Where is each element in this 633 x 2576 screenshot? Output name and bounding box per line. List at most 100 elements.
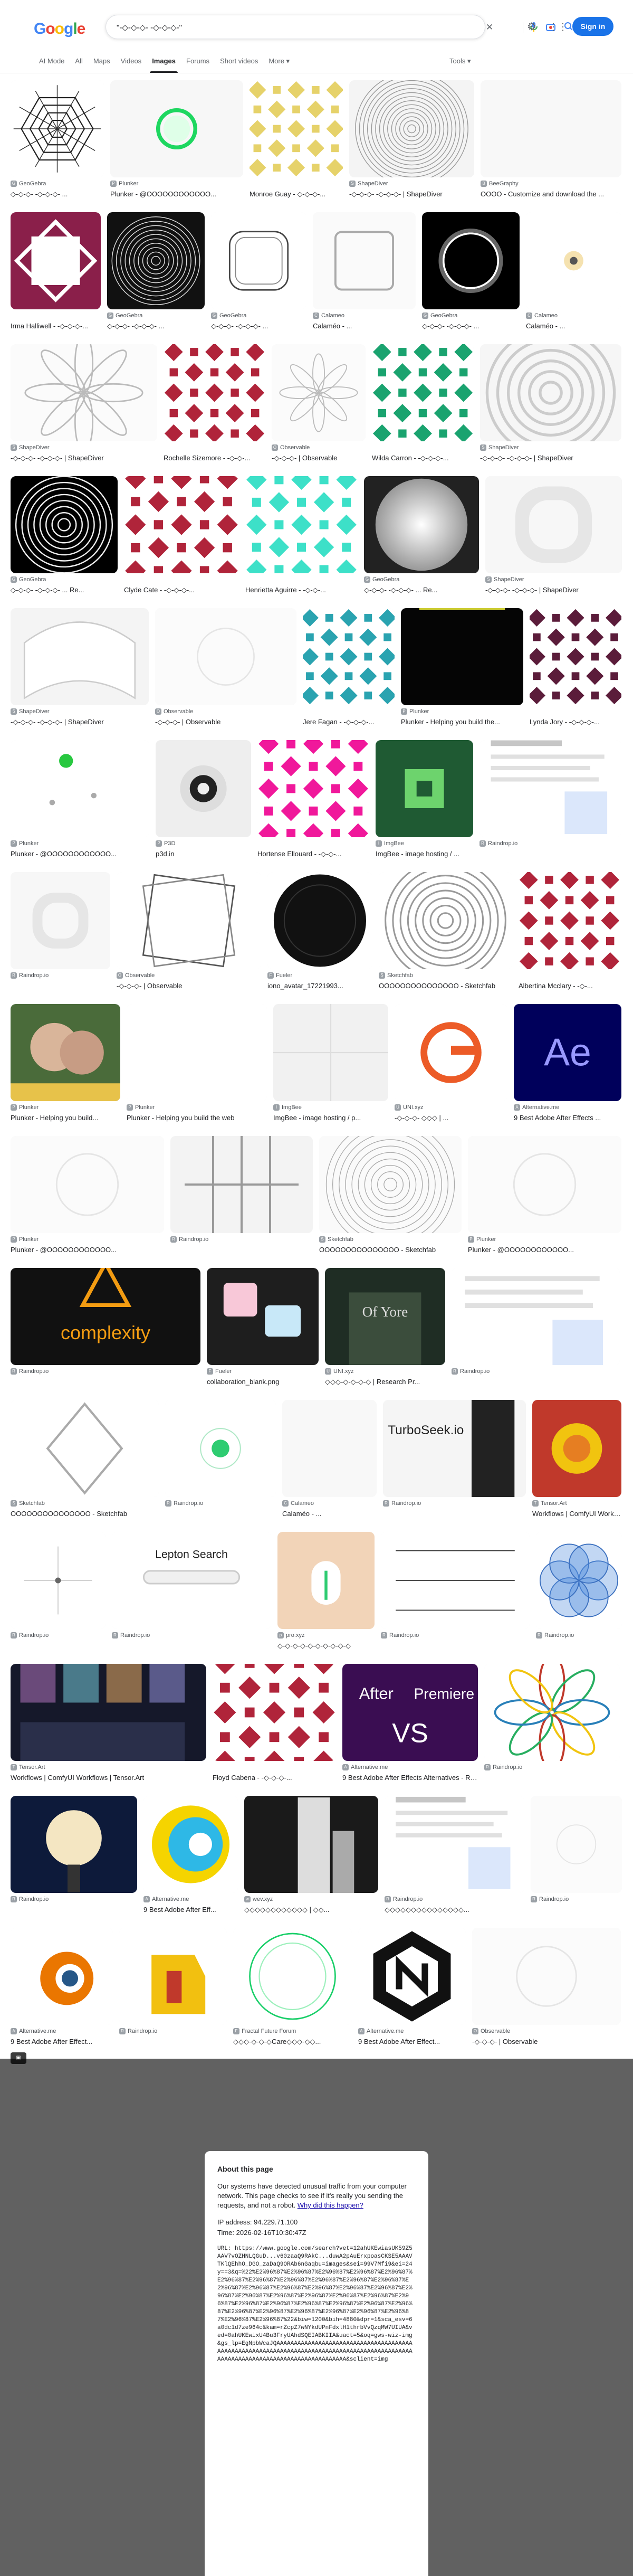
result-thumbnail[interactable]	[313, 212, 416, 309]
result-thumbnail[interactable]	[472, 1928, 621, 2025]
image-result[interactable]: Clyde Cate - -◇-◇-◇-...	[124, 476, 239, 608]
result-thumbnail[interactable]	[372, 344, 474, 441]
image-result[interactable]: R Raindrop.io	[11, 1796, 137, 1928]
image-result[interactable]: I ImgBee ImgBee - image hosting / p...	[273, 1004, 388, 1136]
result-thumbnail[interactable]	[11, 80, 104, 177]
image-result[interactable]: O Observable -◇-◇-◇- | Observable	[472, 1928, 621, 2060]
image-result[interactable]: F Fractal Future Forum ◇◇◇-◇-◇-◇Care◇◇◇-◇◇…	[233, 1928, 352, 2060]
result-source[interactable]: C Calameo	[526, 312, 621, 319]
image-result[interactable]: R Raindrop.io	[165, 1400, 276, 1532]
result-thumbnail[interactable]	[165, 1400, 276, 1497]
result-source[interactable]: G GeoGebra	[422, 312, 520, 319]
result-thumbnail[interactable]	[531, 1796, 622, 1893]
result-title[interactable]: ◇-◇-◇- -◇-◇-◇- ... Re...	[364, 586, 479, 594]
result-thumbnail[interactable]	[364, 476, 479, 573]
image-result[interactable]: G GeoGebra ◇-◇-◇- -◇-◇-◇- ...	[107, 212, 205, 344]
image-result[interactable]: Floyd Cabena - -◇-◇-◇-...	[213, 1664, 336, 1796]
image-result[interactable]: Ae A Alternative.me 9 Best Adobe After Effe…	[514, 1004, 621, 1136]
result-title[interactable]: 9 Best Adobe After Effect...	[358, 2038, 466, 2045]
result-thumbnail[interactable]: complexity	[11, 1268, 200, 1365]
search-query[interactable]: "-◇-◇-◇- -◇-◇-◇-"	[117, 23, 182, 32]
result-thumbnail[interactable]	[277, 1532, 375, 1629]
result-thumbnail[interactable]: Ae	[514, 1004, 621, 1101]
result-title[interactable]: Rochelle Sizemore - -◇-◇-...	[164, 454, 265, 462]
result-thumbnail[interactable]	[376, 740, 473, 837]
result-title[interactable]: Albertina Mcclary - -◇-...	[519, 982, 620, 990]
result-title[interactable]: ◇-◇-◇-◇-◇-◇-◇-◇-◇-◇	[277, 1642, 375, 1650]
gear-icon[interactable]: ⚙	[525, 20, 539, 34]
result-source[interactable]: P Plunker	[110, 181, 243, 187]
result-thumbnail[interactable]	[213, 1664, 336, 1761]
result-title[interactable]: OOOOOOOOOOOOOOO - Sketchfab	[379, 982, 512, 990]
result-title[interactable]: Monroe Guay - ◇-◇-◇-...	[250, 190, 343, 198]
result-source[interactable]: w wev.xyz	[244, 1896, 378, 1902]
result-source[interactable]: S ShapeDiver	[485, 576, 622, 583]
result-title[interactable]: ◇◇◇◇◇◇◇◇◇◇◇◇◇◇◇...	[385, 1906, 524, 1914]
result-title[interactable]: -◇-◇-◇- ◇◇◇ | ...	[395, 1114, 507, 1122]
result-title[interactable]: Irma Halliwell - -◇-◇-◇-...	[11, 322, 101, 330]
image-result[interactable]: S Sketchfab OOOOOOOOOOOOOOO - Sketchfab	[11, 1400, 159, 1532]
result-source[interactable]: P P3D	[156, 840, 251, 847]
result-source[interactable]: S ShapeDiver	[11, 708, 149, 715]
result-thumbnail[interactable]	[381, 1532, 530, 1629]
result-title[interactable]: ImgBee - image hosting / p...	[273, 1114, 388, 1122]
image-result[interactable]: O Observable -◇-◇-◇- | Observable	[117, 872, 261, 1004]
tab-all[interactable]: All	[70, 55, 88, 68]
result-title[interactable]: Clyde Cate - -◇-◇-◇-...	[124, 586, 239, 594]
image-result[interactable]: C Calameo Calaméo - ...	[282, 1400, 377, 1532]
image-result[interactable]: R Raindrop.io	[170, 1136, 313, 1268]
result-thumbnail[interactable]	[11, 1664, 206, 1761]
result-source[interactable]: R Raindrop.io	[11, 1632, 106, 1639]
image-result[interactable]: complexity R Raindrop.io	[11, 1268, 200, 1400]
result-thumbnail[interactable]	[211, 212, 306, 309]
image-result[interactable]: Rochelle Sizemore - -◇-◇-...	[164, 344, 265, 476]
result-source[interactable]: P Plunker	[127, 1104, 267, 1111]
tab-short-videos[interactable]: Short videos	[215, 55, 263, 68]
image-result[interactable]: Irma Halliwell - -◇-◇-◇-...	[11, 212, 101, 344]
result-source[interactable]: O Observable	[155, 708, 296, 715]
result-source[interactable]: R Raindrop.io	[165, 1500, 276, 1507]
image-result[interactable]: A Alternative.me 9 Best Adobe After Effect…	[11, 1928, 113, 2060]
result-thumbnail[interactable]	[110, 80, 243, 177]
result-source[interactable]: R Raindrop.io	[11, 972, 110, 979]
result-source[interactable]: A Alternative.me	[514, 1104, 621, 1111]
result-source[interactable]: A Alternative.me	[143, 1896, 238, 1902]
image-result[interactable]: U UNI.xyz -◇-◇-◇- ◇◇◇ | ...	[395, 1004, 507, 1136]
result-title[interactable]: OOOOOOOOOOOOOOO - Sketchfab	[319, 1246, 462, 1254]
result-source[interactable]: S ShapeDiver	[11, 444, 157, 451]
image-result[interactable]: A Alternative.me 9 Best Adobe After Eff...	[143, 1796, 238, 1928]
result-thumbnail[interactable]	[536, 1532, 622, 1629]
image-result[interactable]: Lepton Search R Raindrop.io	[112, 1532, 271, 1664]
image-result[interactable]: B BeeGraphy OOOO - Customize and download …	[481, 80, 621, 212]
result-thumbnail[interactable]: TurboSeek.io	[383, 1400, 526, 1497]
result-source[interactable]: I ImgBee	[273, 1104, 388, 1111]
why-link[interactable]: Why did this happen?	[298, 2201, 363, 2209]
image-result[interactable]: P Plunker Plunker - Helping you build...	[11, 1004, 120, 1136]
result-title[interactable]: ImgBee - image hosting / ...	[376, 850, 473, 858]
result-source[interactable]: G GeoGebra	[107, 312, 205, 319]
result-source[interactable]: T Tensor.Art	[11, 1764, 206, 1770]
result-source[interactable]: G GeoGebra	[364, 576, 479, 583]
result-thumbnail[interactable]	[11, 476, 118, 573]
result-thumbnail[interactable]	[250, 80, 343, 177]
result-source[interactable]: R Raindrop.io	[385, 1896, 524, 1902]
image-result[interactable]: G GeoGebra ◇-◇-◇- -◇-◇-◇- ... Re...	[11, 476, 118, 608]
result-thumbnail[interactable]	[11, 1136, 164, 1233]
image-result[interactable]: P Plunker Plunker - Helping you build the …	[127, 1004, 267, 1136]
result-title[interactable]: -◇-◇-◇- | Observable	[272, 454, 366, 462]
result-title[interactable]: Plunker - Helping you build the web	[127, 1114, 267, 1122]
image-result[interactable]: R Raindrop.io	[531, 1796, 622, 1928]
result-thumbnail[interactable]	[107, 212, 205, 309]
result-thumbnail[interactable]	[117, 872, 261, 969]
result-thumbnail[interactable]: Lepton Search	[112, 1532, 271, 1629]
result-source[interactable]: R Raindrop.io	[11, 1896, 137, 1902]
result-title[interactable]: -◇-◇-◇- -◇-◇-◇- | ShapeDiver	[11, 718, 149, 726]
image-result[interactable]: F Fueler iono_avatar_17221993...	[267, 872, 372, 1004]
result-source[interactable]: F Fueler	[267, 972, 372, 979]
tab-videos[interactable]: Videos	[116, 55, 147, 68]
tab-forums[interactable]: Forums	[181, 55, 215, 68]
result-thumbnail[interactable]	[155, 608, 296, 705]
image-result[interactable]: S ShapeDiver -◇-◇-◇- -◇-◇-◇- | ShapeDiver	[485, 476, 622, 608]
result-thumbnail[interactable]	[282, 1400, 377, 1497]
result-thumbnail[interactable]	[156, 740, 251, 837]
